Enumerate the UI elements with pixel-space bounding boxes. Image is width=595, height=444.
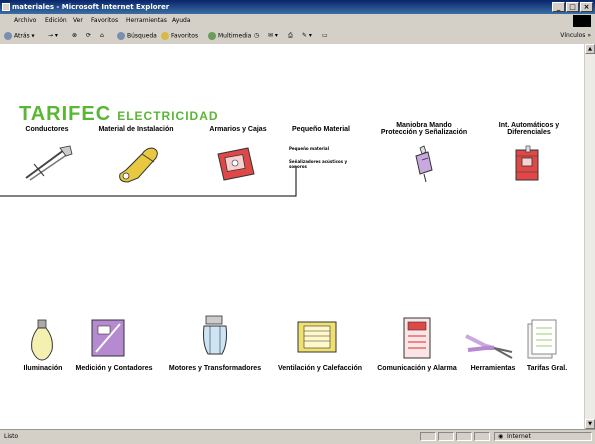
stop-icon[interactable]: ⊗	[72, 32, 77, 39]
close-button[interactable]: ×	[580, 2, 593, 12]
status-pane	[438, 432, 454, 441]
category-material-instalacion[interactable]: Material de Instalación	[88, 126, 184, 133]
vertical-scrollbar[interactable]: ▲ ▼	[584, 44, 595, 429]
discuss-icon[interactable]: ▭	[322, 32, 328, 39]
category-pequeno-material[interactable]: Pequeño Material	[283, 126, 359, 133]
light-bulb-icon	[31, 319, 53, 361]
menu-archivo[interactable]: Archivo	[14, 17, 36, 24]
category-maniobra-mando[interactable]: Maniobra Mando Protección y Señalización	[372, 122, 476, 136]
search-button[interactable]: Búsqueda	[117, 32, 157, 40]
favorites-icon	[161, 32, 169, 40]
zone-label: Internet	[507, 433, 531, 440]
transformer-icon	[203, 315, 227, 355]
category-comunicacion-alarma[interactable]: Comunicación y Alarma	[372, 365, 462, 372]
internet-globe-icon: ◉	[498, 433, 504, 440]
search-icon	[117, 32, 125, 40]
menu-ver[interactable]: Ver	[73, 17, 83, 24]
alarm-panel-icon	[403, 317, 431, 359]
links-button[interactable]: Vínculos »	[560, 32, 591, 39]
category-medicion-contadores[interactable]: Medición y Contadores	[70, 365, 158, 372]
maximize-button[interactable]: □	[566, 2, 579, 12]
status-pane	[420, 432, 436, 441]
pliers-tool-icon	[465, 334, 513, 359]
menu-favoritos[interactable]: Favoritos	[91, 17, 118, 24]
scroll-down-icon[interactable]: ▼	[585, 419, 595, 429]
title-bar[interactable]: materiales - Microsoft Internet Explorer…	[0, 0, 595, 14]
status-pane	[474, 432, 490, 441]
submenu-pequeno-material[interactable]: Pequeño material	[289, 146, 329, 151]
switch-plug-icon	[415, 145, 433, 183]
toolbar: Atrás ▾ → ▾ ⊗ ⟳ ⌂ Búsqueda Favoritos Mul…	[0, 28, 595, 45]
terminal-lug-icon	[119, 147, 158, 183]
category-int-line2: Diferenciales	[507, 129, 551, 136]
status-text: Listo	[4, 433, 19, 440]
circuit-breaker-icon	[515, 145, 539, 181]
brand-logo: TARIFEC ELECTRICIDAD	[19, 103, 219, 126]
category-motores-transformadores[interactable]: Motores y Transformadores	[162, 365, 268, 372]
category-conductores[interactable]: Conductores	[19, 126, 75, 133]
menu-edicion[interactable]: Edición	[45, 17, 67, 24]
category-ventilacion-calefaccion[interactable]: Ventilación y Calefacción	[272, 365, 368, 372]
minimize-button[interactable]: _	[552, 2, 565, 12]
edit-icon[interactable]: ✎ ▾	[302, 32, 312, 39]
category-maniobra-line2: Protección y Señalización	[380, 129, 468, 136]
category-herramientas[interactable]: Herramientas	[465, 365, 521, 372]
menu-ayuda[interactable]: Ayuda	[172, 17, 191, 24]
category-maniobra-line1: Maniobra Mando	[396, 122, 452, 129]
page-content: TARIFEC ELECTRICIDAD Conductores Material…	[0, 44, 584, 429]
home-icon[interactable]: ⌂	[100, 32, 104, 39]
print-icon[interactable]: ⎙	[288, 32, 293, 40]
history-icon[interactable]: ◷	[254, 32, 259, 39]
status-bar: Listo ◉ Internet	[0, 429, 595, 444]
ventilation-fan-icon	[297, 321, 337, 353]
status-pane	[456, 432, 472, 441]
cable-icon	[25, 145, 73, 181]
price-list-icon	[527, 319, 557, 359]
zone-pane: ◉ Internet	[494, 432, 592, 441]
favorites-button[interactable]: Favoritos	[161, 32, 198, 40]
category-armarios-cajas[interactable]: Armarios y Cajas	[200, 126, 276, 133]
brand-name: TARIFEC	[19, 103, 112, 125]
mail-icon[interactable]: ✉ ▾	[268, 32, 278, 39]
multimedia-button[interactable]: Multimedia	[208, 32, 251, 40]
electrical-cabinet-icon	[217, 147, 255, 181]
refresh-icon[interactable]: ⟳	[86, 32, 91, 39]
category-tarifas-gral[interactable]: Tarifas Gral.	[523, 365, 571, 372]
forward-button[interactable]: → ▾	[48, 32, 58, 39]
category-iluminacion[interactable]: Iluminación	[19, 365, 67, 372]
menu-herramientas[interactable]: Herramientas	[126, 17, 167, 24]
back-button[interactable]: Atrás ▾	[4, 32, 35, 40]
window-title: materiales - Microsoft Internet Explorer	[12, 3, 170, 11]
category-int-automaticos[interactable]: Int. Automáticos y Diferenciales	[490, 122, 568, 136]
scroll-up-icon[interactable]: ▲	[585, 44, 595, 54]
multimedia-icon	[208, 32, 216, 40]
meter-icon	[91, 319, 125, 357]
menu-bar: Archivo Edición Ver Favoritos Herramient…	[0, 14, 595, 29]
windows-logo-icon	[573, 15, 591, 27]
ie-app-icon	[2, 3, 10, 11]
category-int-line1: Int. Automáticos y	[498, 122, 560, 129]
back-arrow-icon	[4, 32, 12, 40]
brand-tagline: ELECTRICIDAD	[117, 109, 219, 123]
